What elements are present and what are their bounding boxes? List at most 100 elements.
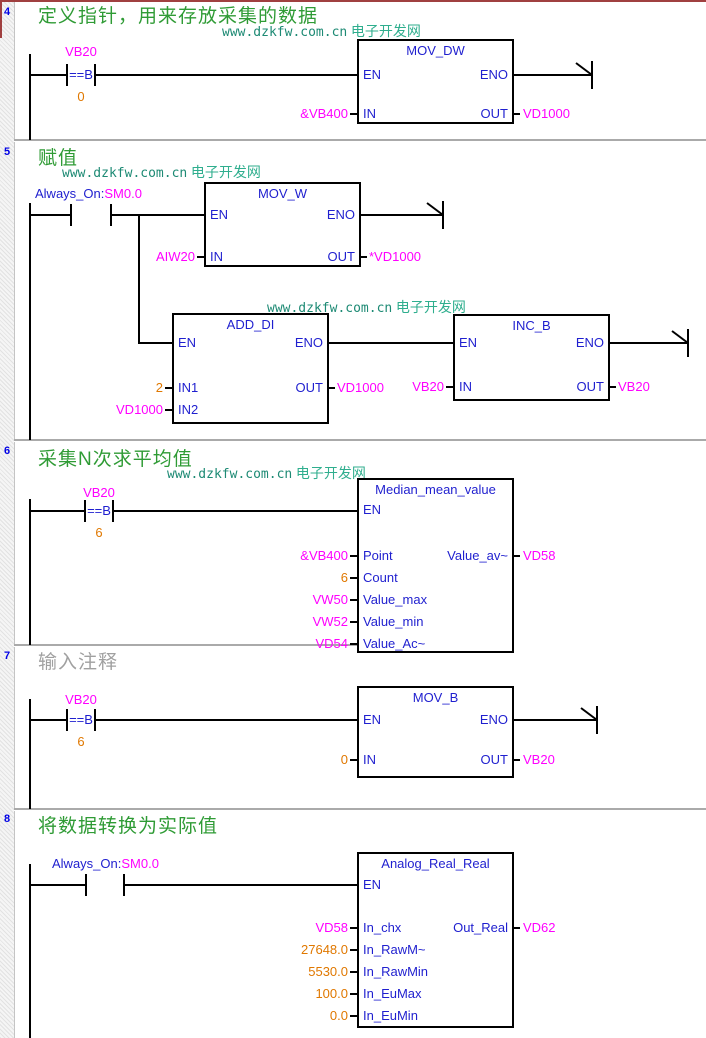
pin-in: IN [363,752,376,767]
wire [29,74,66,76]
power-rail [29,499,31,645]
input-operand[interactable]: 6 [341,570,348,585]
input-operand[interactable]: 100.0 [315,986,348,1001]
input-operand[interactable]: 5530.0 [308,964,348,979]
pin-eno: ENO [480,67,508,82]
contact-operand[interactable]: Always_On:SM0.0 [35,186,142,201]
wire [350,1015,357,1017]
wire [125,884,357,886]
pin-en: EN [210,207,228,222]
pin-en: EN [363,877,381,892]
instruction-box-mov-b[interactable]: MOV_B EN ENO IN OUT [357,686,514,778]
network-7-comment-placeholder[interactable]: 输入注释 [38,651,118,675]
pin-out-real: Out_Real [453,920,508,935]
wire [328,387,335,389]
wire [96,74,357,76]
pin-eno: ENO [480,712,508,727]
output-operand[interactable]: VD1000 [523,106,570,121]
compare-value[interactable]: 6 [79,525,119,540]
box-title: ADD_DI [174,317,327,332]
network-5-number[interactable]: 5 [1,145,13,160]
wire [513,759,520,761]
wire [29,510,85,512]
power-rail [29,203,31,440]
pin-out: OUT [577,379,604,394]
input-operand[interactable]: AIW20 [156,249,195,264]
pin-in-eumax: In_EuMax [363,986,422,1001]
wire [350,599,357,601]
output-operand[interactable]: VD62 [523,920,556,935]
wire [350,621,357,623]
wire [513,555,520,557]
wire [138,214,140,344]
box-title: MOV_W [206,186,359,201]
input-operand[interactable]: 0.0 [330,1008,348,1023]
input-operand[interactable]: 27648.0 [301,942,348,957]
pin-value-ac: Value_Ac~ [363,636,425,651]
pin-out: OUT [328,249,355,264]
compare-contact-symbol[interactable]: ==B [64,712,98,727]
wire [350,643,357,645]
box-title: Median_mean_value [359,482,512,497]
box-title: MOV_DW [359,43,512,58]
network-6-number[interactable]: 6 [1,444,13,459]
contact-operand[interactable]: VB20 [41,692,121,707]
pin-value-min: Value_min [363,614,423,629]
input-operand[interactable]: 0 [341,752,348,767]
input-operand[interactable]: VB20 [412,379,444,394]
pin-eno: ENO [327,207,355,222]
wire [197,256,204,258]
pin-in-rawmin: In_RawMin [363,964,428,979]
instruction-box-add-di[interactable]: ADD_DI EN ENO IN1 OUT IN2 [172,313,329,424]
wire [350,555,357,557]
output-operand[interactable]: VD58 [523,548,556,563]
wire [328,342,453,344]
input-operand[interactable]: &VB400 [300,106,348,121]
input-operand[interactable]: &VB400 [300,548,348,563]
wire [29,719,66,721]
input-operand[interactable]: VW52 [313,614,348,629]
instruction-box-inc-b[interactable]: INC_B EN ENO IN OUT [453,314,610,401]
pin-in: IN [459,379,472,394]
instruction-box-mov-w[interactable]: MOV_W EN ENO IN OUT [204,182,361,267]
output-operand[interactable]: VB20 [523,752,555,767]
pin-value-max: Value_max [363,592,427,607]
rung-continue-arrow [575,61,595,89]
compare-value[interactable]: 0 [61,89,101,104]
subroutine-box-analog-real-real[interactable]: Analog_Real_Real EN In_chx Out_Real In_R… [357,852,514,1028]
input-operand[interactable]: VW50 [313,592,348,607]
power-rail [29,864,31,1038]
output-operand[interactable]: VD1000 [337,380,384,395]
input-operand[interactable]: VD1000 [116,402,163,417]
pin-point: Point [363,548,393,563]
compare-contact-symbol[interactable]: ==B [82,503,116,518]
wire [96,719,357,721]
compare-value[interactable]: 6 [61,734,101,749]
compare-contact-symbol[interactable]: ==B [64,67,98,82]
pin-in: IN [210,249,223,264]
rung-continue-arrow [671,329,691,357]
input-operand[interactable]: VD54 [315,636,348,651]
input-operand[interactable]: 2 [156,380,163,395]
output-operand[interactable]: *VD1000 [369,249,421,264]
box-title: INC_B [455,318,608,333]
network-7-number[interactable]: 7 [1,649,13,664]
contact-operand[interactable]: Always_On:SM0.0 [52,856,159,871]
input-operand[interactable]: VD58 [315,920,348,935]
watermark: www.dzkfw.com.cn 电子开发网 [62,165,261,181]
output-operand[interactable]: VB20 [618,379,650,394]
network-4-number[interactable]: 4 [1,5,13,20]
wire [165,387,172,389]
contact-operand[interactable]: VB20 [59,485,139,500]
wire [165,409,172,411]
subroutine-box-median-mean-value[interactable]: Median_mean_value EN Point Value_av~ Cou… [357,478,514,653]
network-8-number[interactable]: 8 [1,812,13,827]
top-edge-line [0,0,706,2]
wire [114,510,357,512]
wire [350,993,357,995]
pin-en: EN [459,335,477,350]
box-title: MOV_B [359,690,512,705]
network-8-comment[interactable]: 将数据转换为实际值 [38,815,218,839]
contact-operand[interactable]: VB20 [41,44,121,59]
instruction-box-mov-dw[interactable]: MOV_DW EN ENO IN OUT [357,39,514,124]
